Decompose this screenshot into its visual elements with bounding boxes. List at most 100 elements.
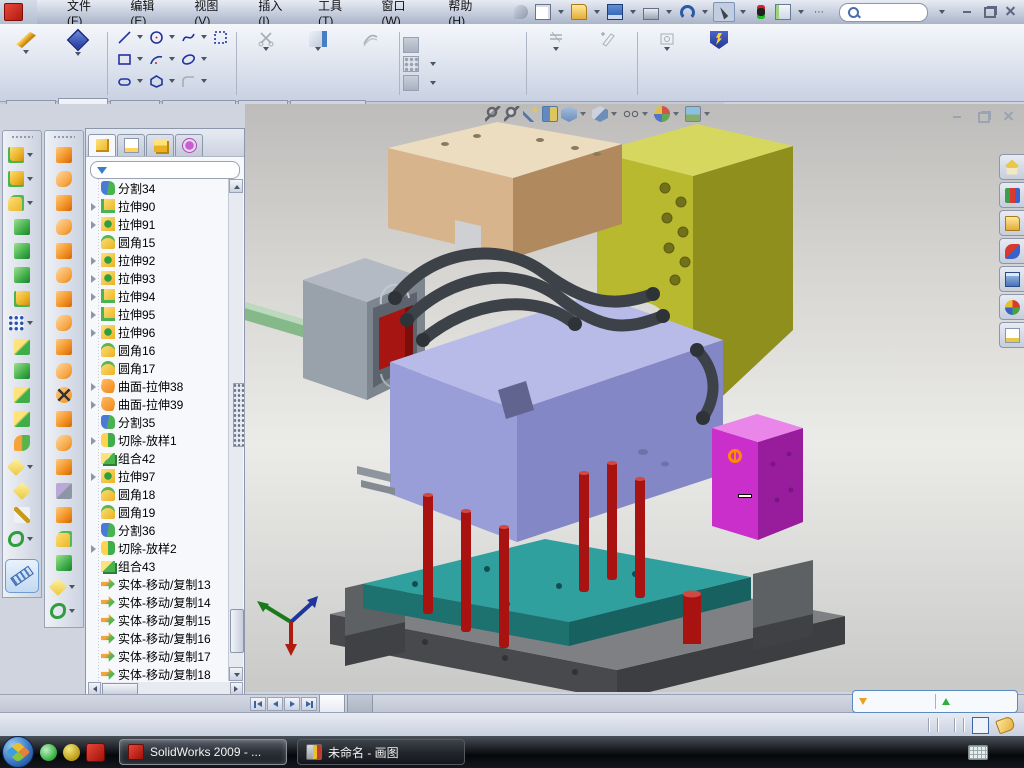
tree-item[interactable]: 圆角15 [88, 233, 230, 251]
quicklaunch-messenger-icon[interactable] [40, 744, 57, 761]
convert-entities-button[interactable] [292, 26, 344, 101]
toolbar-button[interactable] [46, 599, 82, 623]
toolbar-button[interactable] [4, 359, 40, 383]
expand-arrow-icon[interactable] [89, 526, 98, 535]
taskbar-button-paint[interactable]: 未命名 - 画图 [297, 739, 465, 765]
expand-arrow-icon[interactable] [89, 328, 98, 337]
expand-arrow-icon[interactable] [89, 616, 98, 625]
headsup-button[interactable] [654, 106, 682, 122]
tree-item[interactable]: 分割35 [88, 413, 230, 431]
expand-arrow-icon[interactable] [89, 508, 98, 517]
tag-icon[interactable] [995, 716, 1016, 735]
print-button[interactable] [641, 3, 661, 21]
new-dropdown-icon[interactable] [558, 10, 564, 14]
toolbar-button[interactable] [46, 359, 82, 383]
circle-sketch-icon[interactable] [147, 28, 165, 46]
toolbar-button[interactable] [4, 311, 40, 335]
toolbar-button[interactable] [46, 503, 82, 527]
headsup-button[interactable] [504, 106, 520, 122]
expand-arrow-icon[interactable] [89, 634, 98, 643]
tree-item[interactable]: 圆角16 [88, 341, 230, 359]
toolbar-button[interactable] [46, 191, 82, 215]
expand-arrow-icon[interactable] [89, 652, 98, 661]
arc-sketch-icon[interactable] [147, 50, 165, 68]
open-button[interactable] [569, 3, 589, 21]
tree-item[interactable]: 拉伸97 [88, 467, 230, 485]
first-tab-button[interactable] [250, 697, 266, 711]
toolbar-grip[interactable] [53, 135, 75, 139]
save-button[interactable] [605, 3, 625, 21]
circle-dropdown-icon[interactable] [169, 35, 175, 39]
expand-arrow-icon[interactable] [89, 670, 98, 679]
open-dropdown-icon[interactable] [594, 10, 600, 14]
toolbar-button[interactable] [46, 527, 82, 551]
toolbar-button[interactable] [4, 263, 40, 287]
headsup-button[interactable] [592, 106, 620, 122]
smart-dimension-button[interactable] [52, 26, 104, 101]
toolbar-button[interactable] [46, 551, 82, 575]
quicklaunch-solidworks-icon[interactable] [86, 743, 105, 762]
headsup-button[interactable] [685, 106, 713, 122]
expand-arrow-icon[interactable] [89, 364, 98, 373]
task-pane-tab[interactable] [999, 322, 1024, 348]
doc-close-button[interactable] [1002, 110, 1014, 122]
toolbar-button[interactable] [4, 287, 40, 311]
tree-item[interactable]: 拉伸91 [88, 215, 230, 233]
toolbar-grip[interactable] [11, 135, 33, 139]
tree-item[interactable]: 实体-移动/复制17 [88, 647, 230, 665]
last-tab-button[interactable] [301, 697, 317, 711]
expand-arrow-icon[interactable] [89, 220, 98, 229]
toolbar-button[interactable] [4, 191, 40, 215]
expand-arrow-icon[interactable] [89, 346, 98, 355]
task-pane-tab[interactable] [999, 266, 1024, 292]
search-input[interactable] [863, 5, 919, 19]
expand-arrow-icon[interactable] [89, 454, 98, 463]
tree-item[interactable]: 分割36 [88, 521, 230, 539]
tree-item[interactable]: 切除-放样2 [88, 539, 230, 557]
task-pane-tab[interactable] [999, 238, 1024, 264]
measure-button[interactable] [5, 559, 39, 593]
toolbar-button[interactable] [4, 335, 40, 359]
start-button[interactable] [2, 736, 34, 768]
toolbar-button[interactable] [46, 407, 82, 431]
3d-model[interactable] [245, 122, 1024, 692]
expand-arrow-icon[interactable] [89, 400, 98, 409]
tree-item[interactable]: 圆角19 [88, 503, 230, 521]
new-document-button[interactable] [533, 3, 553, 21]
tree-item[interactable]: 实体-移动/复制18 [88, 665, 230, 681]
print-dropdown-icon[interactable] [666, 10, 672, 14]
tab-propertymanager[interactable] [117, 134, 145, 156]
toolbar-button[interactable] [4, 407, 40, 431]
expand-arrow-icon[interactable] [89, 418, 98, 427]
toolbar-button[interactable] [4, 143, 40, 167]
toolbar-button[interactable] [46, 455, 82, 479]
expand-arrow-icon[interactable] [89, 436, 98, 445]
expand-arrow-icon[interactable] [89, 310, 98, 319]
tab-dimxpertmanager[interactable] [175, 134, 203, 156]
toolbar-button[interactable] [46, 383, 82, 407]
line-dropdown-icon[interactable] [137, 35, 143, 39]
tree-item[interactable]: 实体-移动/复制14 [88, 593, 230, 611]
toolbar-button[interactable] [4, 527, 40, 551]
expand-arrow-icon[interactable] [89, 382, 98, 391]
expand-arrow-icon[interactable] [89, 490, 98, 499]
headsup-button[interactable] [542, 106, 558, 122]
scroll-down-icon[interactable] [229, 667, 243, 681]
task-pane-tab[interactable] [999, 154, 1024, 180]
task-pane-tab[interactable] [999, 182, 1024, 208]
tab-featuremanager-tree[interactable] [88, 134, 116, 156]
save-dropdown-icon[interactable] [630, 10, 636, 14]
toolbar-button[interactable] [46, 335, 82, 359]
polygon-dropdown-icon[interactable] [169, 79, 175, 83]
toolbar-button[interactable] [4, 239, 40, 263]
scroll-thumb[interactable] [230, 609, 244, 653]
spline-sketch-icon[interactable] [179, 28, 197, 46]
help-dropdown-icon[interactable] [939, 10, 945, 14]
undo-dropdown-icon[interactable] [702, 10, 708, 14]
convert-dropdown-icon[interactable] [315, 47, 321, 51]
tree-item[interactable]: 圆角18 [88, 485, 230, 503]
quicklaunch-thunder-icon[interactable] [63, 744, 80, 761]
tree-item[interactable]: 圆角17 [88, 359, 230, 377]
next-tab-button[interactable] [284, 697, 300, 711]
toolbar-button[interactable] [4, 383, 40, 407]
